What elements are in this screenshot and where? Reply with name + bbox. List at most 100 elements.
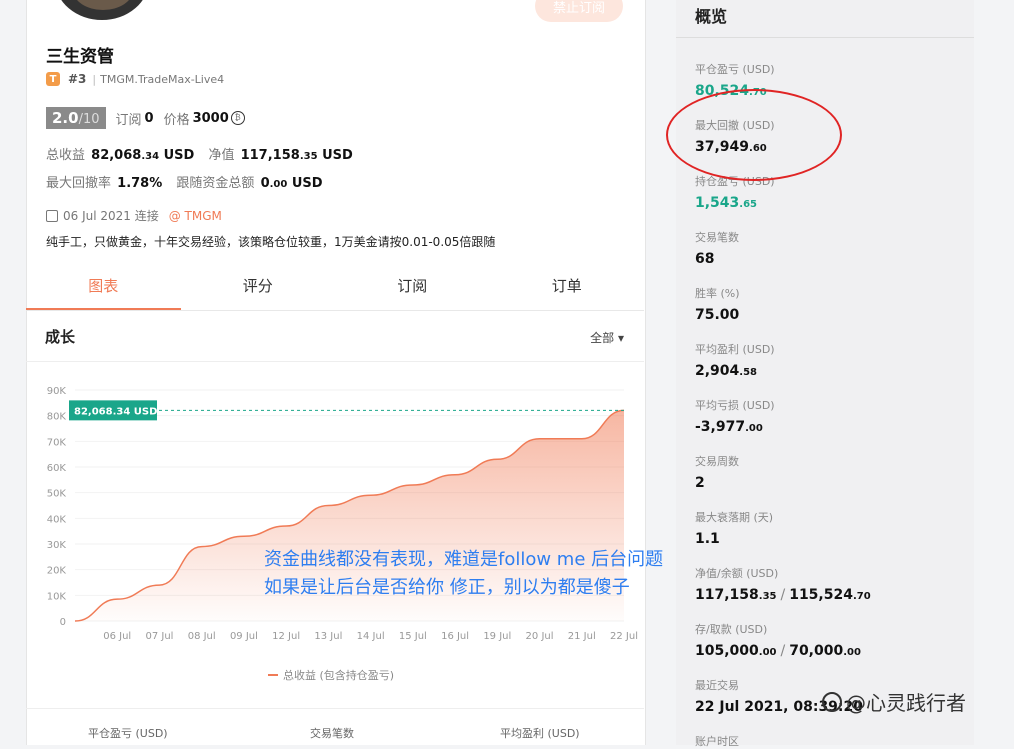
equity-balance-value: 117,158.35/115,524.70 <box>695 587 871 603</box>
bottom-stats-strip: 平仓盈亏 (USD) 交易笔数 平均盈利 (USD) <box>26 708 644 746</box>
provider-name: 三生资管 <box>46 47 114 67</box>
overview-value-main: 1.1 <box>695 531 720 547</box>
current-value-label: 82,068.34 USD <box>74 406 157 417</box>
red-circle-annotation <box>666 89 842 181</box>
net-value-label: 净值 <box>208 148 235 163</box>
x-tick-label: 09 Jul <box>230 631 258 642</box>
price-label: 价格 <box>163 112 190 128</box>
x-tick-label: 16 Jul <box>441 631 469 642</box>
weibo-icon <box>822 691 842 712</box>
divider: | <box>92 72 97 86</box>
withdraw-dec: .00 <box>843 647 861 658</box>
equity-balance-label: 净值/余额 (USD) <box>695 567 779 580</box>
follow-funds-main: 0 <box>260 176 270 191</box>
overview-value-dec: .65 <box>739 199 758 210</box>
follow-funds-unit: USD <box>291 176 323 191</box>
total-profit-dec: .34 <box>141 151 160 162</box>
score-value: 2.0 <box>52 109 79 127</box>
overview-value-7: 2 <box>695 475 705 491</box>
connect-info: 06 Jul 2021 连接 @ TMGM <box>46 207 222 224</box>
deposit-dec: .00 <box>758 647 777 658</box>
tab-rating[interactable]: 评分 <box>181 264 336 310</box>
overview-label-4: 胜率 (%) <box>695 287 740 300</box>
recent-trade-label: 最近交易 <box>695 679 739 692</box>
range-filter-dropdown[interactable]: 全部 ▾ <box>590 329 624 346</box>
overview-label-5: 平均盈利 (USD) <box>695 343 775 356</box>
subscribe-count: 0 <box>144 110 154 126</box>
tab-chart[interactable]: 图表 <box>26 264 181 310</box>
growth-header: 成长 全部 ▾ <box>26 311 644 362</box>
total-profit-label: 总收益 <box>46 148 86 163</box>
follow-funds-dec: .00 <box>269 179 288 190</box>
overview-value-6: -3,977.00 <box>695 419 763 435</box>
price-value: 3000 <box>192 110 229 126</box>
coin-icon: ₿ <box>230 111 245 125</box>
x-tick-label: 14 Jul <box>357 631 385 642</box>
legend-label: 总收益 (包含持仓盈亏) <box>283 669 395 682</box>
watermark-text: @心灵践行者 <box>846 691 966 715</box>
strategy-description: 纯手工，只做黄金，十年交易经验，该策略仓位较重，1万美金请按0.01-0.05倍… <box>46 235 496 249</box>
max-drawdown-label: 最大回撤率 <box>46 176 112 191</box>
score-max: /10 <box>78 112 100 127</box>
y-tick-label: 30K <box>47 540 67 551</box>
y-tick-label: 10K <box>47 591 67 602</box>
bottom-stat-avg-profit: 平均盈利 (USD) <box>500 727 580 740</box>
overview-value-3: 68 <box>695 251 714 267</box>
server-name: TMGM.TradeMax-Live4 <box>100 72 225 86</box>
tab-orders[interactable]: 订单 <box>490 264 645 310</box>
overview-label-8: 最大衰落期 (天) <box>695 511 774 524</box>
y-tick-label: 60K <box>47 463 67 474</box>
overview-value-main: 2,904 <box>695 363 740 379</box>
x-tick-label: 22 Jul <box>610 631 638 642</box>
overview-value-dec: .00 <box>745 423 763 434</box>
overview-value-main: 1,543 <box>695 195 740 211</box>
overview-value-main: 68 <box>695 251 715 267</box>
broker-link[interactable]: @ TMGM <box>169 209 222 223</box>
overview-value-8: 1.1 <box>695 531 720 547</box>
balance-dec: .70 <box>852 591 871 602</box>
net-value-unit: USD <box>322 148 353 163</box>
score-row: 2.0/10 订阅 0 价格 3000 ₿ <box>46 107 245 129</box>
x-tick-label: 20 Jul <box>526 631 554 642</box>
overview-value-4: 75.00 <box>695 307 739 323</box>
timezone-label: 账户时区 <box>695 735 739 748</box>
divider <box>676 37 974 38</box>
caret-down-icon: ▾ <box>617 331 624 345</box>
overview-value-main: 75.00 <box>695 307 740 323</box>
annotation-line-1: 资金曲线都没有表现，难道是follow me 后台问题 <box>264 549 664 570</box>
deposit-main: 105,000 <box>695 643 759 659</box>
equity-main: 117,158 <box>695 587 759 603</box>
current-value-tag: 82,068.34 USD <box>69 400 157 421</box>
tab-bar: 图表 评分 订阅 订单 <box>26 264 644 311</box>
max-drawdown-value: 1.78% <box>117 176 163 191</box>
x-tick-label: 21 Jul <box>568 631 596 642</box>
y-tick-label: 70K <box>47 437 67 448</box>
net-value-main: 117,158 <box>240 148 300 163</box>
subscribe-disabled-button[interactable]: 禁止订阅 <box>535 0 623 22</box>
bottom-stat-trades: 交易笔数 <box>310 727 354 740</box>
y-tick-label: 40K <box>47 514 67 525</box>
growth-chart: 0 10K 20K 30K 40K 50K 60K 70K 80K 90K 06 Jul 07 Ju… <box>47 386 638 642</box>
overview-value-2: 1,543.65 <box>695 195 757 211</box>
overview-title: 概览 <box>695 7 728 26</box>
overview-value-dec: .58 <box>739 367 758 378</box>
x-tick-label: 15 Jul <box>399 631 427 642</box>
score-badge: 2.0/10 <box>46 107 106 129</box>
net-value: 117,158.35 USD <box>241 148 353 163</box>
connect-date: 06 Jul 2021 连接 <box>63 209 159 223</box>
calendar-icon <box>46 209 58 222</box>
overview-value-main: 2 <box>695 475 705 491</box>
x-tick-label: 07 Jul <box>145 631 173 642</box>
y-tick-label: 90K <box>47 386 67 397</box>
equity-dec: .35 <box>758 591 777 602</box>
slash: / <box>780 587 786 603</box>
range-filter-value: 全部 <box>590 331 615 345</box>
tab-subscription[interactable]: 订阅 <box>335 264 490 310</box>
follow-funds-value: 0.00 USD <box>261 176 323 191</box>
x-tick-label: 12 Jul <box>272 631 300 642</box>
profit-row: 总收益 82,068.34 USD 净值 117,158.35 USD <box>46 144 363 163</box>
annotation-line-2: 如果是让后台是否给你 修正，别以为都是傻子 <box>264 577 630 598</box>
chart-legend[interactable]: 总收益 (包含持仓盈亏) <box>268 667 394 683</box>
overview-label-3: 交易笔数 <box>695 231 739 244</box>
tmgm-logo-icon: T <box>46 72 60 86</box>
